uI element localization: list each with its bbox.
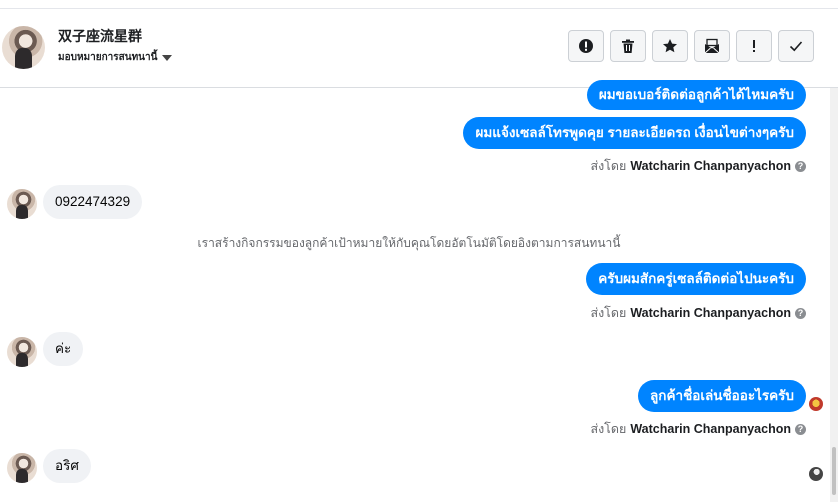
outgoing-message[interactable]: ลูกค้าชื่อเล่นชื่ออะไรครับ (638, 380, 806, 412)
system-message: เราสร้างกิจกรรมของลูกค้าเป้าหมายให้กับคุ… (197, 236, 621, 250)
read-receipt-avatar-icon (809, 467, 823, 481)
alert-circle-icon (579, 39, 593, 53)
contact-name[interactable]: 双子座流星群 (58, 26, 142, 46)
question-icon[interactable]: ? (795, 307, 806, 319)
sender-name[interactable]: Watcharin Chanpanyachon (630, 159, 791, 173)
envelope-icon (704, 38, 720, 54)
incoming-message[interactable]: อริศ (43, 449, 91, 483)
assign-conversation-dropdown[interactable]: มอบหมายการสนทนานี้ (58, 50, 173, 65)
conversation-toolbar (568, 30, 814, 62)
sent-by-label: ส่งโดย Watcharin Chanpanyachon ? (590, 156, 806, 176)
conversation-header: 双子座流星群 มอบหมายการสนทนานี้ (0, 9, 838, 88)
message-scrollbar[interactable] (830, 88, 838, 502)
caret-down-icon (162, 55, 173, 61)
seen-indicator-icon (809, 397, 823, 411)
contact-avatar-small[interactable] (7, 453, 37, 483)
sent-by-prefix: ส่งโดย (590, 422, 627, 436)
contact-avatar[interactable] (2, 26, 45, 69)
sent-by-prefix: ส่งโดย (590, 306, 627, 320)
assign-conversation-label: มอบหมายการสนทนานี้ (58, 52, 158, 63)
scrollbar-thumb[interactable] (832, 447, 836, 495)
outgoing-message[interactable]: ผมแจ้งเซลล์โทรพูดคุย รายละเอียดรถ เงื่อน… (463, 117, 806, 149)
question-icon[interactable]: ? (795, 160, 806, 172)
delete-button[interactable] (610, 30, 646, 62)
incoming-message[interactable]: 0922474329 (43, 185, 143, 219)
outgoing-message[interactable]: ครับผมสักครู่เซลล์ติดต่อไปนะครับ (586, 263, 806, 295)
contact-avatar-small[interactable] (7, 337, 37, 367)
exclamation-icon (753, 40, 755, 52)
mark-unread-button[interactable] (694, 30, 730, 62)
contact-avatar-small[interactable] (7, 189, 37, 219)
top-bar (0, 0, 838, 9)
sent-by-label: ส่งโดย Watcharin Chanpanyachon ? (590, 303, 806, 323)
sender-name[interactable]: Watcharin Chanpanyachon (630, 306, 791, 320)
sent-by-label: ส่งโดย Watcharin Chanpanyachon ? (590, 419, 806, 439)
sender-name[interactable]: Watcharin Chanpanyachon (630, 422, 791, 436)
follow-up-button[interactable] (736, 30, 772, 62)
check-icon (789, 41, 803, 52)
mark-done-button[interactable] (778, 30, 814, 62)
outgoing-message[interactable]: ผมขอเบอร์ติดต่อลูกค้าได้ไหมครับ (586, 80, 806, 110)
report-button[interactable] (568, 30, 604, 62)
sent-by-prefix: ส่งโดย (590, 159, 627, 173)
trash-icon (622, 39, 634, 53)
incoming-message[interactable]: ค่ะ (43, 332, 84, 366)
star-icon (663, 39, 677, 53)
question-icon[interactable]: ? (795, 423, 806, 435)
star-button[interactable] (652, 30, 688, 62)
